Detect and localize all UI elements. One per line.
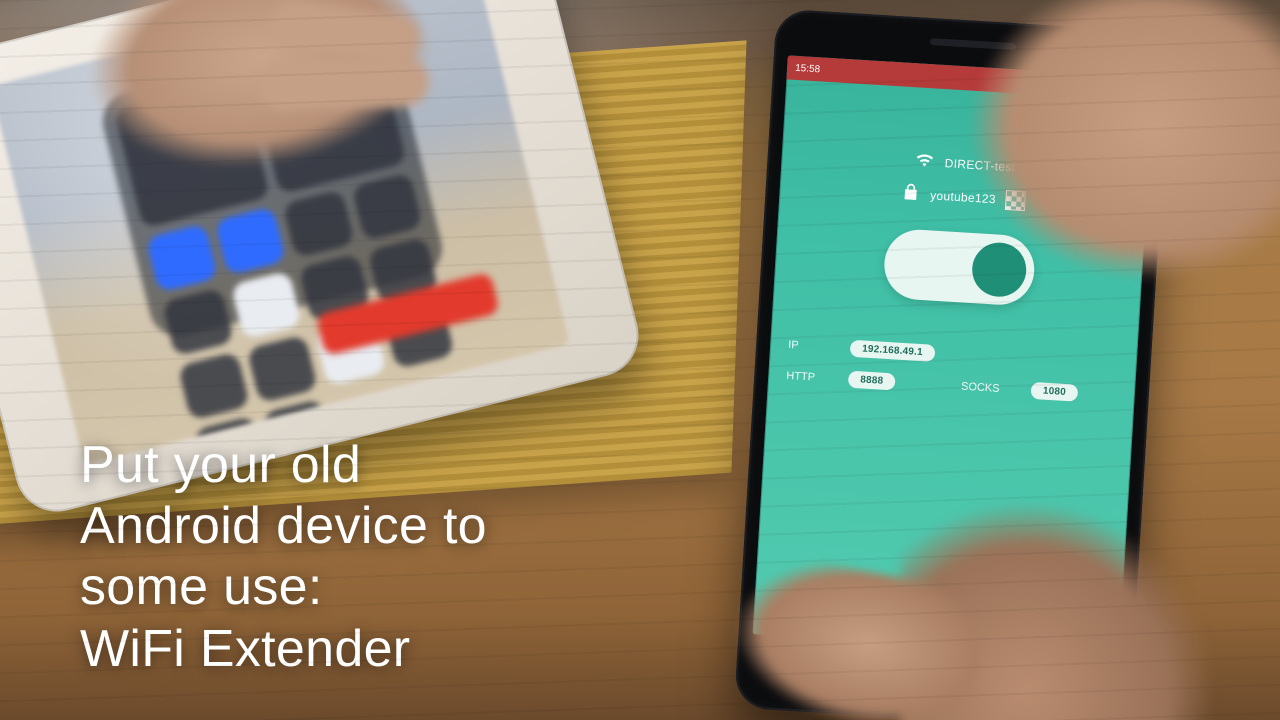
lock-icon xyxy=(900,182,921,206)
cc-tile xyxy=(351,172,423,241)
caption-line4: WiFi Extender xyxy=(80,620,410,678)
password-value: youtube123 xyxy=(930,188,996,206)
connection-details: IP 192.168.49.1 HTTP 8888 SOCKS 1080 xyxy=(785,336,1119,418)
phone-display: 15:58 DIRECT-test xyxy=(752,55,1154,656)
qr-code-icon[interactable] xyxy=(1005,189,1026,210)
ssid-value: DIRECT-test xyxy=(944,156,1015,174)
thumbnail-scene: 15:58 DIRECT-test xyxy=(0,0,1280,720)
socks-label: SOCKS xyxy=(961,380,1014,395)
bluetooth-icon xyxy=(1083,80,1095,92)
network-info: DIRECT-test youtube123 xyxy=(779,141,1149,219)
signal-icon xyxy=(1117,82,1129,94)
caption-line1: Put your old xyxy=(80,436,361,494)
http-label: HTTP xyxy=(786,369,831,384)
ip-badge: 192.168.49.1 xyxy=(850,340,936,362)
ip-row: IP 192.168.49.1 xyxy=(788,336,1119,373)
phone-body: 15:58 DIRECT-test xyxy=(734,9,1171,720)
cc-wifi-tile xyxy=(146,223,218,292)
caption-line2: Android device to xyxy=(80,497,487,555)
cc-connectivity-group xyxy=(114,78,271,228)
android-phone: 15:58 DIRECT-test xyxy=(734,9,1171,720)
cc-tile xyxy=(282,189,354,258)
earpiece xyxy=(929,38,1015,50)
home-button[interactable] xyxy=(867,655,999,703)
settings-button[interactable] xyxy=(1112,109,1138,139)
toggle-knob xyxy=(970,241,1027,298)
ssid-row: DIRECT-test xyxy=(914,149,1016,178)
video-caption: Put your old Android device to some use:… xyxy=(80,435,487,680)
cc-bluetooth-tile xyxy=(214,206,286,275)
cc-tile xyxy=(178,351,250,420)
wifi-icon xyxy=(1100,81,1112,93)
cc-media-group xyxy=(250,44,407,194)
caption-line3: some use: xyxy=(80,558,323,616)
status-icons xyxy=(1083,80,1146,95)
http-port-badge: 8888 xyxy=(848,371,896,391)
proxy-ports-row: HTTP 8888 SOCKS 1080 xyxy=(786,367,1117,404)
battery-icon xyxy=(1134,83,1146,95)
hotspot-toggle[interactable] xyxy=(882,228,1036,307)
cc-tile xyxy=(162,287,234,356)
status-bar: 15:58 xyxy=(786,55,1154,101)
socks-port-badge: 1080 xyxy=(1030,382,1078,402)
status-time: 15:58 xyxy=(795,62,821,75)
ip-label: IP xyxy=(788,338,833,353)
wifi-icon xyxy=(914,149,935,173)
cc-tile xyxy=(230,270,302,339)
password-row: youtube123 xyxy=(900,182,1027,213)
cc-tile xyxy=(246,334,318,403)
